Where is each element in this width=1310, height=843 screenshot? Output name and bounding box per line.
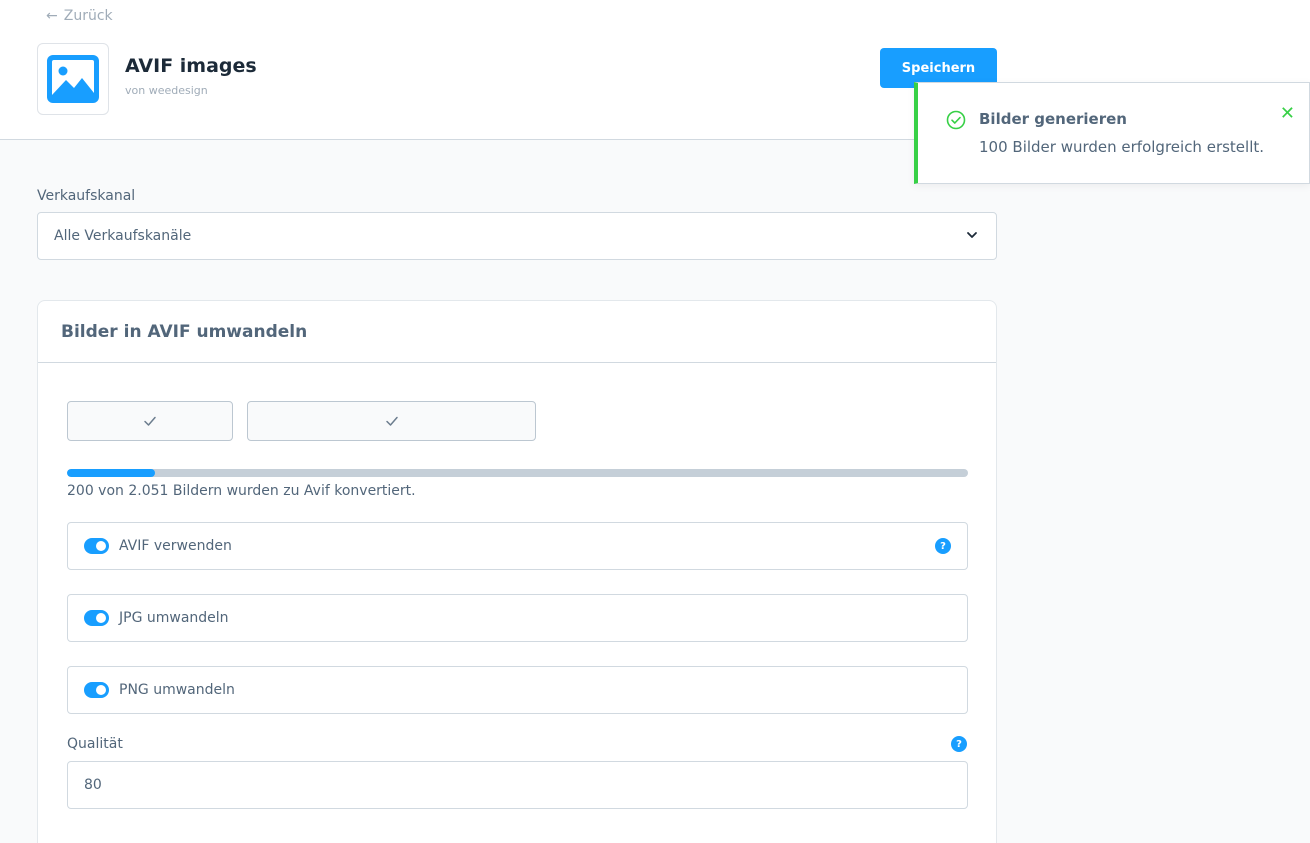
toggle-label: PNG umwandeln <box>119 682 235 698</box>
conversion-progress-bar <box>67 469 968 477</box>
checkmark-icon <box>385 416 398 426</box>
sales-channel-select[interactable]: Alle Verkaufskanäle <box>37 212 997 260</box>
toggle-row-convert-png: PNG umwandeln <box>67 666 968 714</box>
card-title: Bilder in AVIF umwandeln <box>38 301 996 363</box>
notification-title: Bilder generieren <box>979 110 1127 128</box>
checkmark-icon <box>144 416 156 426</box>
convert-png-switch[interactable] <box>84 682 109 698</box>
question-circle-icon[interactable]: ? <box>951 736 967 752</box>
progress-fill <box>67 469 155 477</box>
convert-jpg-switch[interactable] <box>84 610 109 626</box>
toggle-row-use-avif: AVIF verwenden ? <box>67 522 968 570</box>
confirm-button-1[interactable] <box>67 401 233 441</box>
app-vendor: von weedesign <box>125 84 208 97</box>
question-circle-icon[interactable]: ? <box>935 538 951 554</box>
chevron-down-icon <box>967 232 977 238</box>
back-link-label: Zurück <box>63 8 113 24</box>
toggle-label: AVIF verwenden <box>119 538 232 554</box>
toggle-label: JPG umwandeln <box>119 610 229 626</box>
app-title: AVIF images <box>125 55 257 77</box>
progress-text: 200 von 2.051 Bildern wurden zu Avif kon… <box>67 483 416 499</box>
use-avif-switch[interactable] <box>84 538 109 554</box>
check-circle-icon <box>946 110 966 130</box>
sales-channel-value: Alle Verkaufskanäle <box>54 228 192 244</box>
quality-label: Qualität <box>67 736 123 752</box>
notification-message: 100 Bilder wurden erfolgreich erstellt. <box>979 138 1265 156</box>
image-icon <box>47 55 99 103</box>
avif-conversion-card: Bilder in AVIF umwandeln 200 von 2.051 B… <box>37 300 997 843</box>
confirm-button-2[interactable] <box>247 401 536 441</box>
arrow-left-icon: ← <box>46 8 58 24</box>
toggle-row-convert-jpg: JPG umwandeln <box>67 594 968 642</box>
app-icon <box>37 43 109 115</box>
quality-input[interactable] <box>67 761 968 809</box>
sales-channel-label: Verkaufskanal <box>37 188 136 204</box>
back-link[interactable]: ← Zurück <box>46 8 113 24</box>
close-icon[interactable]: ✕ <box>1280 105 1295 123</box>
success-notification: Bilder generieren 100 Bilder wurden erfo… <box>914 82 1310 184</box>
